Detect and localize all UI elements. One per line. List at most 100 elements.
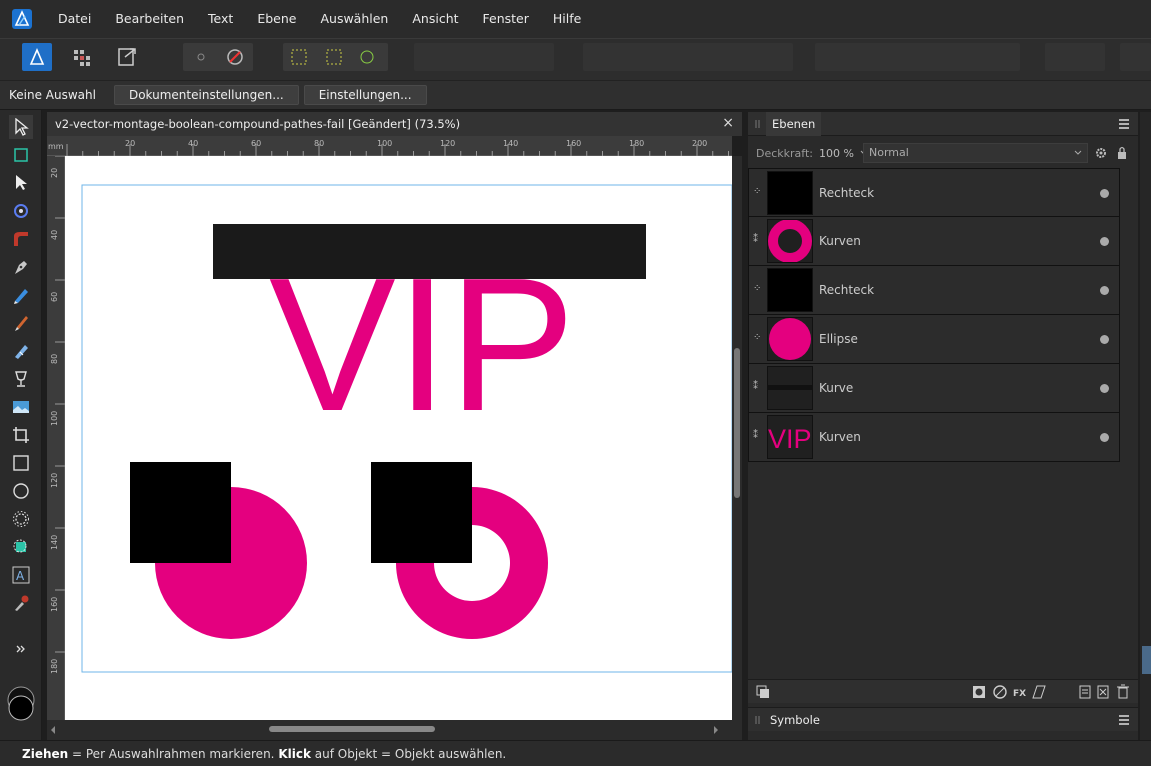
fill-stroke-well[interactable] <box>6 686 36 722</box>
layer-row[interactable]: ⁑ Kurve <box>748 364 1120 413</box>
pencil-tool[interactable] <box>9 283 33 307</box>
vertical-scrollbar[interactable] <box>732 156 742 720</box>
document-tab[interactable]: v2-vector-montage-boolean-compound-pathe… <box>47 112 742 136</box>
point-transform-tool[interactable] <box>9 199 33 223</box>
more-tools[interactable] <box>9 637 33 661</box>
curve-type-icon: ⁑ <box>753 234 758 245</box>
menu-fenster[interactable]: Fenster <box>471 0 541 38</box>
opacity-value[interactable]: 100 % <box>819 147 854 160</box>
menu-ebene[interactable]: Ebene <box>245 0 308 38</box>
mask-icon[interactable] <box>973 686 985 698</box>
canvas-artwork: VIP <box>81 184 732 673</box>
menu-ansicht[interactable]: Ansicht <box>400 0 470 38</box>
settings-button[interactable]: Einstellungen... <box>303 85 427 105</box>
affinity-designer-logo-icon[interactable] <box>12 9 32 29</box>
vertical-scroll-thumb[interactable] <box>734 348 740 498</box>
layer-row[interactable]: ⁘ Ellipse <box>748 315 1120 364</box>
visibility-dot-icon[interactable] <box>1100 433 1109 442</box>
menu-auswaehlen[interactable]: Auswählen <box>308 0 400 38</box>
menu-bearbeiten[interactable]: Bearbeiten <box>103 0 196 38</box>
pixel-persona-button[interactable] <box>66 43 96 71</box>
blend-mode-select[interactable]: Normal <box>863 143 1088 163</box>
layer-options-icon[interactable] <box>756 685 769 698</box>
ruler-label: 180 <box>50 659 59 674</box>
symbols-panel-header[interactable]: Symbole <box>748 707 1138 731</box>
selection-box-buttons[interactable] <box>283 43 388 71</box>
visibility-dot-icon[interactable] <box>1100 335 1109 344</box>
visibility-dot-icon[interactable] <box>1100 237 1109 246</box>
shape-type-icon: ⁘ <box>753 283 762 294</box>
live-filter-icon[interactable] <box>1032 685 1046 699</box>
artistic-text-tool[interactable]: A <box>9 563 33 587</box>
double-chevron-right-icon <box>16 645 25 653</box>
designer-persona-button[interactable] <box>22 43 52 71</box>
pen-tool[interactable] <box>9 255 33 279</box>
distribute-buttons[interactable] <box>815 43 1020 71</box>
tab-ebenen[interactable]: Ebenen <box>766 112 822 136</box>
snapping-button-group[interactable] <box>183 43 253 71</box>
artboard-tool[interactable] <box>9 143 33 167</box>
vertical-ruler[interactable]: 20 40 60 80 100 120 140 160 180 <box>47 155 65 720</box>
designer-persona-icon <box>29 47 45 65</box>
black-bar-shape[interactable] <box>213 224 646 279</box>
layer-row[interactable]: ⁑ Kurven <box>748 217 1120 266</box>
crop-tool[interactable] <box>9 423 33 447</box>
menu-hilfe[interactable]: Hilfe <box>541 0 593 38</box>
trash-icon[interactable] <box>1117 684 1129 699</box>
fx-icon[interactable]: FX <box>1013 689 1026 699</box>
vector-brush-tool[interactable] <box>9 311 33 335</box>
ellipse-tool[interactable] <box>9 479 33 503</box>
horizontal-scroll-thumb[interactable] <box>269 726 435 732</box>
grip-icon[interactable] <box>754 112 762 136</box>
close-icon[interactable]: × <box>722 115 734 131</box>
menu-text[interactable]: Text <box>196 0 245 38</box>
ruler-unit: mm <box>48 142 64 151</box>
align-buttons[interactable] <box>583 43 793 71</box>
fill-tool[interactable] <box>9 339 33 363</box>
group-icon[interactable] <box>1097 685 1109 699</box>
color-picker-tool[interactable] <box>9 591 33 615</box>
move-tool-icon <box>15 118 29 136</box>
add-layer-icon[interactable] <box>1079 685 1091 699</box>
rectangle-shape[interactable] <box>130 462 231 563</box>
document-settings-button[interactable]: Dokumenteinstellungen... <box>113 85 299 105</box>
panel-menu-icon[interactable] <box>1117 713 1131 727</box>
side-strip-button[interactable] <box>1142 646 1151 674</box>
blend-mode-value: Normal <box>869 146 909 159</box>
shape-tools[interactable] <box>9 507 33 531</box>
boolean-buttons[interactable] <box>1045 43 1105 71</box>
place-image-tool[interactable] <box>9 395 33 419</box>
visibility-dot-icon[interactable] <box>1100 189 1109 198</box>
adjustment-icon[interactable] <box>993 685 1007 699</box>
corner-tool[interactable] <box>9 227 33 251</box>
horizontal-scrollbar[interactable] <box>47 720 742 740</box>
symbol-tool[interactable] <box>9 535 33 559</box>
rectangle-tool[interactable] <box>9 451 33 475</box>
visibility-dot-icon[interactable] <box>1100 286 1109 295</box>
menu-bar: Datei Bearbeiten Text Ebene Auswählen An… <box>0 0 1151 38</box>
layer-thumbnail <box>767 317 813 361</box>
shape-type-icon: ⁘ <box>753 332 762 343</box>
rectangle-shape-2[interactable] <box>371 462 472 563</box>
node-tool[interactable] <box>9 171 33 195</box>
layer-name: Rechteck <box>819 283 875 297</box>
arrange-buttons[interactable] <box>414 43 554 71</box>
layers-panel: Ebenen Deckkraft: 100 % Normal ⁘ Rechtec… <box>748 112 1138 740</box>
grip-icon[interactable] <box>754 708 762 732</box>
visibility-dot-icon[interactable] <box>1100 384 1109 393</box>
layers-list: ⁘ Rechteck ⁑ Kurven ⁘ Rechteck ⁘ Ellipse… <box>748 168 1120 462</box>
more-toolbar-buttons[interactable] <box>1120 43 1151 71</box>
panel-menu-icon[interactable] <box>1117 117 1131 131</box>
tab-symbole[interactable]: Symbole <box>770 708 820 732</box>
lock-icon[interactable] <box>1116 146 1128 160</box>
export-persona-button[interactable] <box>112 43 142 71</box>
layer-row[interactable]: ⁑ VIP Kurven <box>748 413 1120 462</box>
horizontal-ruler[interactable]: mm 20406080100120140160180200220 <box>47 136 770 156</box>
canvas[interactable]: VIP <box>65 156 732 720</box>
gear-icon[interactable] <box>1094 146 1108 160</box>
layer-row[interactable]: ⁘ Rechteck <box>748 266 1120 315</box>
layer-row[interactable]: ⁘ Rechteck <box>748 168 1120 217</box>
menu-datei[interactable]: Datei <box>46 0 103 38</box>
transparency-tool[interactable] <box>9 367 33 391</box>
move-tool[interactable] <box>9 115 33 139</box>
